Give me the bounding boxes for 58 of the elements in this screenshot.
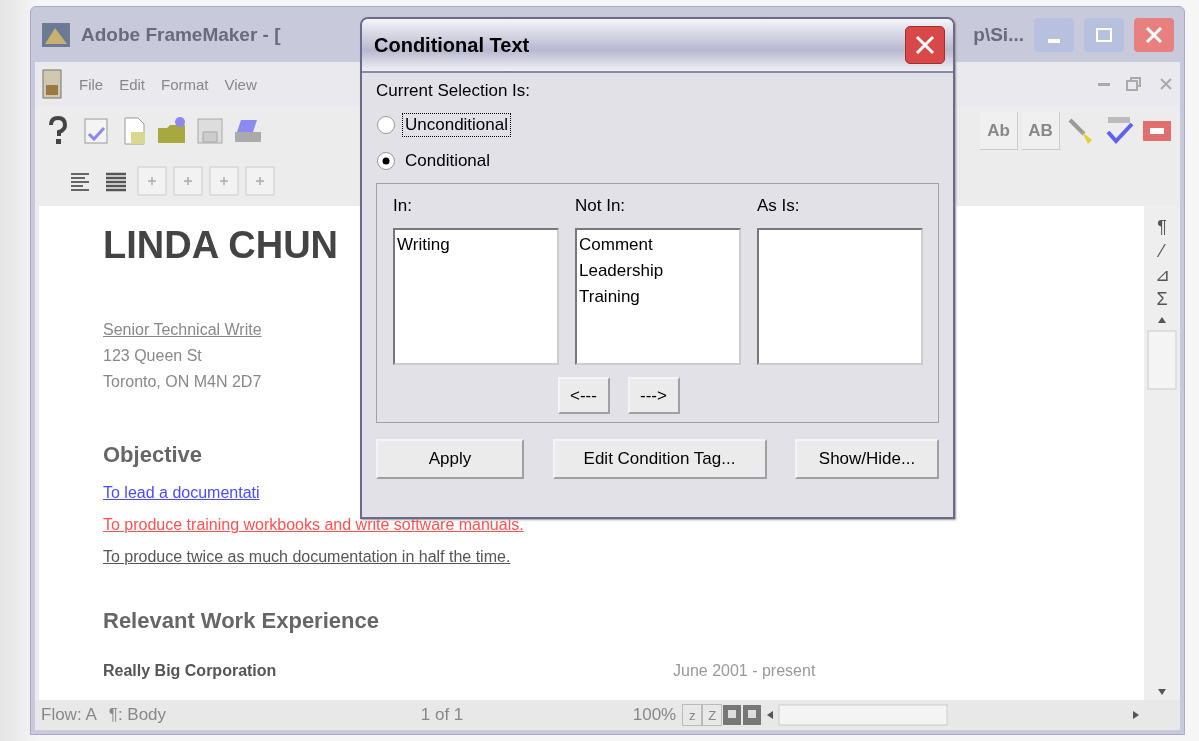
minimize-icon: [1048, 38, 1060, 43]
tab-stop-icon[interactable]: [173, 166, 203, 196]
symbol-button[interactable]: Σ: [1156, 288, 1168, 310]
radio-button[interactable]: [376, 115, 396, 135]
window-title: p\Si...: [973, 23, 1024, 46]
show-hide-button[interactable]: Show/Hide...: [795, 439, 939, 479]
selection-label: Current Selection Is:: [376, 81, 530, 101]
move-button[interactable]: --->: [627, 377, 680, 414]
document-icon: [41, 69, 63, 99]
address-line: 123 Queen St: [103, 346, 202, 366]
list-label: Not In:: [575, 196, 626, 216]
condition-list[interactable]: Writing: [393, 228, 559, 365]
close-icon[interactable]: [1158, 76, 1174, 92]
conditional-text-line: To produce twice as much documentation in half the time.: [103, 547, 511, 567]
list-item[interactable]: Leadership: [579, 258, 664, 284]
paragraph-format: ¶: Body: [107, 705, 168, 725]
close-button[interactable]: [905, 26, 945, 64]
document-name: LINDA CHUN: [103, 224, 338, 267]
minimize-icon[interactable]: [1098, 82, 1110, 86]
page-count: 1 of 1: [419, 705, 465, 725]
close-icon: [1146, 26, 1162, 43]
flow-status: Flow: A: [40, 705, 98, 725]
tab-stop-icon[interactable]: [245, 166, 275, 196]
minimize-button[interactable]: [1034, 17, 1074, 52]
radio-button[interactable]: [376, 151, 396, 171]
radio-label[interactable]: Conditional: [402, 149, 494, 173]
restore-icon[interactable]: [1126, 76, 1142, 92]
date-range: June 2001 - present: [673, 662, 816, 680]
section-heading: Objective: [103, 442, 203, 468]
horizontal-scrollbar-thumb[interactable]: [778, 704, 949, 726]
list-item[interactable]: Comment: [579, 232, 653, 258]
conditional-text-line: To lead a documentati: [103, 483, 260, 503]
document-subtitle: Senior Technical Write: [103, 320, 262, 340]
list-label: In:: [393, 196, 412, 216]
company-name: Really Big Corporation: [103, 662, 278, 680]
close-icon: [913, 33, 937, 57]
conditional-text-line: To produce training workbooks and write software manuals.: [103, 515, 524, 535]
list-item[interactable]: Writing: [397, 232, 450, 258]
tab-stop-icon[interactable]: [209, 166, 239, 196]
app-icon: [41, 21, 71, 48]
dialog-title: Conditional Text: [374, 33, 531, 57]
tab-stop-icon[interactable]: [137, 166, 167, 196]
maximize-button[interactable]: [1084, 17, 1124, 52]
scrollbar-thumb[interactable]: [1147, 330, 1177, 390]
list-item[interactable]: Training: [579, 284, 640, 310]
apply-button[interactable]: Apply: [376, 439, 524, 479]
symbol-button[interactable]: ¶: [1157, 216, 1167, 238]
condition-list[interactable]: [757, 228, 923, 365]
radio-label[interactable]: Unconditional: [402, 113, 511, 137]
window-title: Adobe FrameMaker - [: [81, 23, 281, 46]
maximize-icon: [1096, 27, 1112, 42]
address-line: Toronto, ON M4N 2D7: [103, 372, 262, 392]
symbol-button[interactable]: ⊿: [1154, 264, 1170, 286]
move-button[interactable]: <---: [557, 377, 610, 414]
condition-list[interactable]: Comment Leadership Training: [575, 228, 741, 365]
edit-tags-button[interactable]: Edit Condition Tag...: [552, 439, 767, 479]
section-heading: Relevant Work Experience: [103, 608, 379, 634]
list-label: As Is:: [757, 196, 800, 216]
